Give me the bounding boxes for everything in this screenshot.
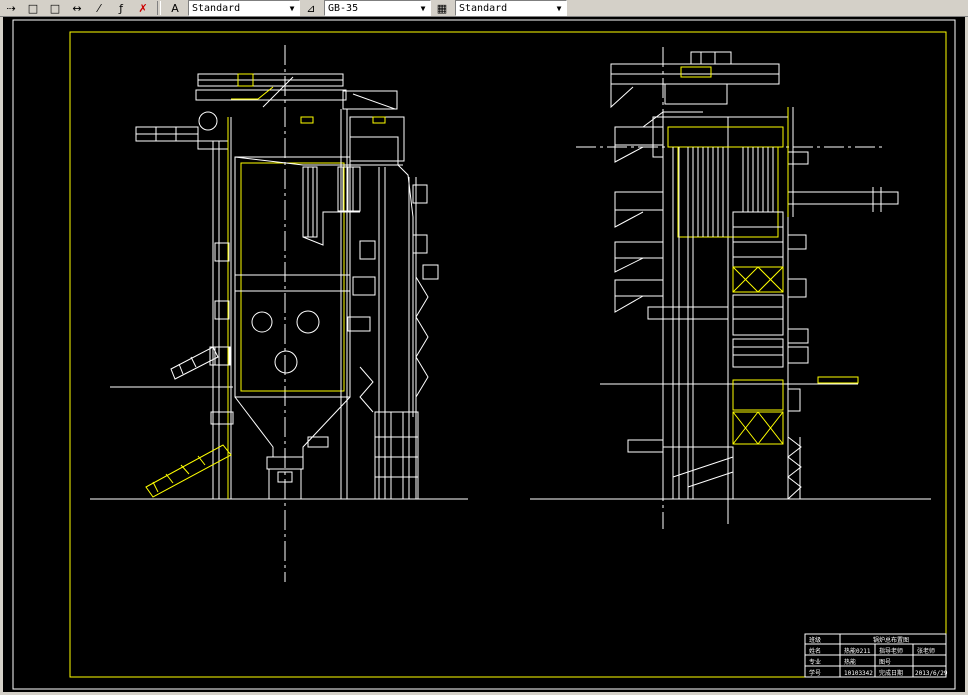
title-cell-date: 2013/6/29 (915, 670, 948, 677)
text-style-icon[interactable]: A (166, 1, 184, 15)
title-block: 班级 锅炉总布置图 姓名 热能0211 指导老师 张老师 专业 热能 图号 学号… (804, 633, 948, 678)
drawing-canvas[interactable]: 班级 锅炉总布置图 姓名 热能0211 指导老师 张老师 专业 热能 图号 学号… (3, 17, 965, 692)
dim-style-value: GB-35 (328, 2, 359, 14)
title-cell-name-label: 姓名 (809, 647, 821, 655)
chevron-down-icon[interactable]: ▼ (285, 1, 299, 15)
arc-icon[interactable]: ⁄ (90, 1, 108, 15)
table-style-icon[interactable]: ▦ (433, 1, 451, 15)
title-cell-drawing-name: 锅炉总布置图 (873, 636, 909, 644)
dim-style-select[interactable]: GB-35 ▼ (324, 0, 431, 16)
title-cell-advisor-label: 指导老师 (879, 647, 903, 655)
title-cell-major: 热能 (844, 658, 856, 666)
cad-drawing: 班级 锅炉总布置图 姓名 热能0211 指导老师 张老师 专业 热能 图号 学号… (12, 19, 956, 690)
leader-icon[interactable]: ƒ (112, 1, 130, 15)
table-style-select[interactable]: Standard ▼ (455, 0, 567, 16)
rect-icon[interactable]: □ (46, 1, 64, 15)
toolbar: ⇢ □ □ ↔ ⁄ ƒ ✗ A Standard ▼ ⊿ GB-35 ▼ ▦ S… (0, 0, 968, 17)
title-cell-student-id: 10103342 (844, 670, 873, 677)
outer-frame (12, 19, 956, 690)
chevron-down-icon[interactable]: ▼ (416, 1, 430, 15)
text-style-select[interactable]: Standard ▼ (188, 0, 300, 16)
rect-icon[interactable]: □ (24, 1, 42, 15)
chevron-down-icon[interactable]: ▼ (552, 1, 566, 15)
dim-style-icon[interactable]: ⊿ (302, 1, 320, 15)
toolbar-separator (157, 1, 161, 15)
text-style-value: Standard (192, 2, 241, 14)
right-elevation-view (530, 47, 931, 529)
eraser-icon[interactable]: ✗ (134, 1, 152, 15)
title-cell-label: 班级 (809, 636, 821, 644)
inner-border (69, 31, 947, 678)
title-cell-major-label: 专业 (809, 658, 821, 666)
title-cell-drawing-no-label: 图号 (879, 659, 891, 666)
title-cell-date-label: 完成日期 (879, 669, 903, 677)
dimension-icon[interactable]: ↔ (68, 1, 86, 15)
left-elevation-view (90, 45, 468, 582)
table-style-value: Standard (459, 2, 508, 14)
title-cell-class: 热能0211 (844, 647, 871, 655)
title-cell-student-id-label: 学号 (809, 669, 821, 677)
title-cell-advisor: 张老师 (917, 647, 935, 655)
align-icon[interactable]: ⇢ (2, 1, 20, 15)
